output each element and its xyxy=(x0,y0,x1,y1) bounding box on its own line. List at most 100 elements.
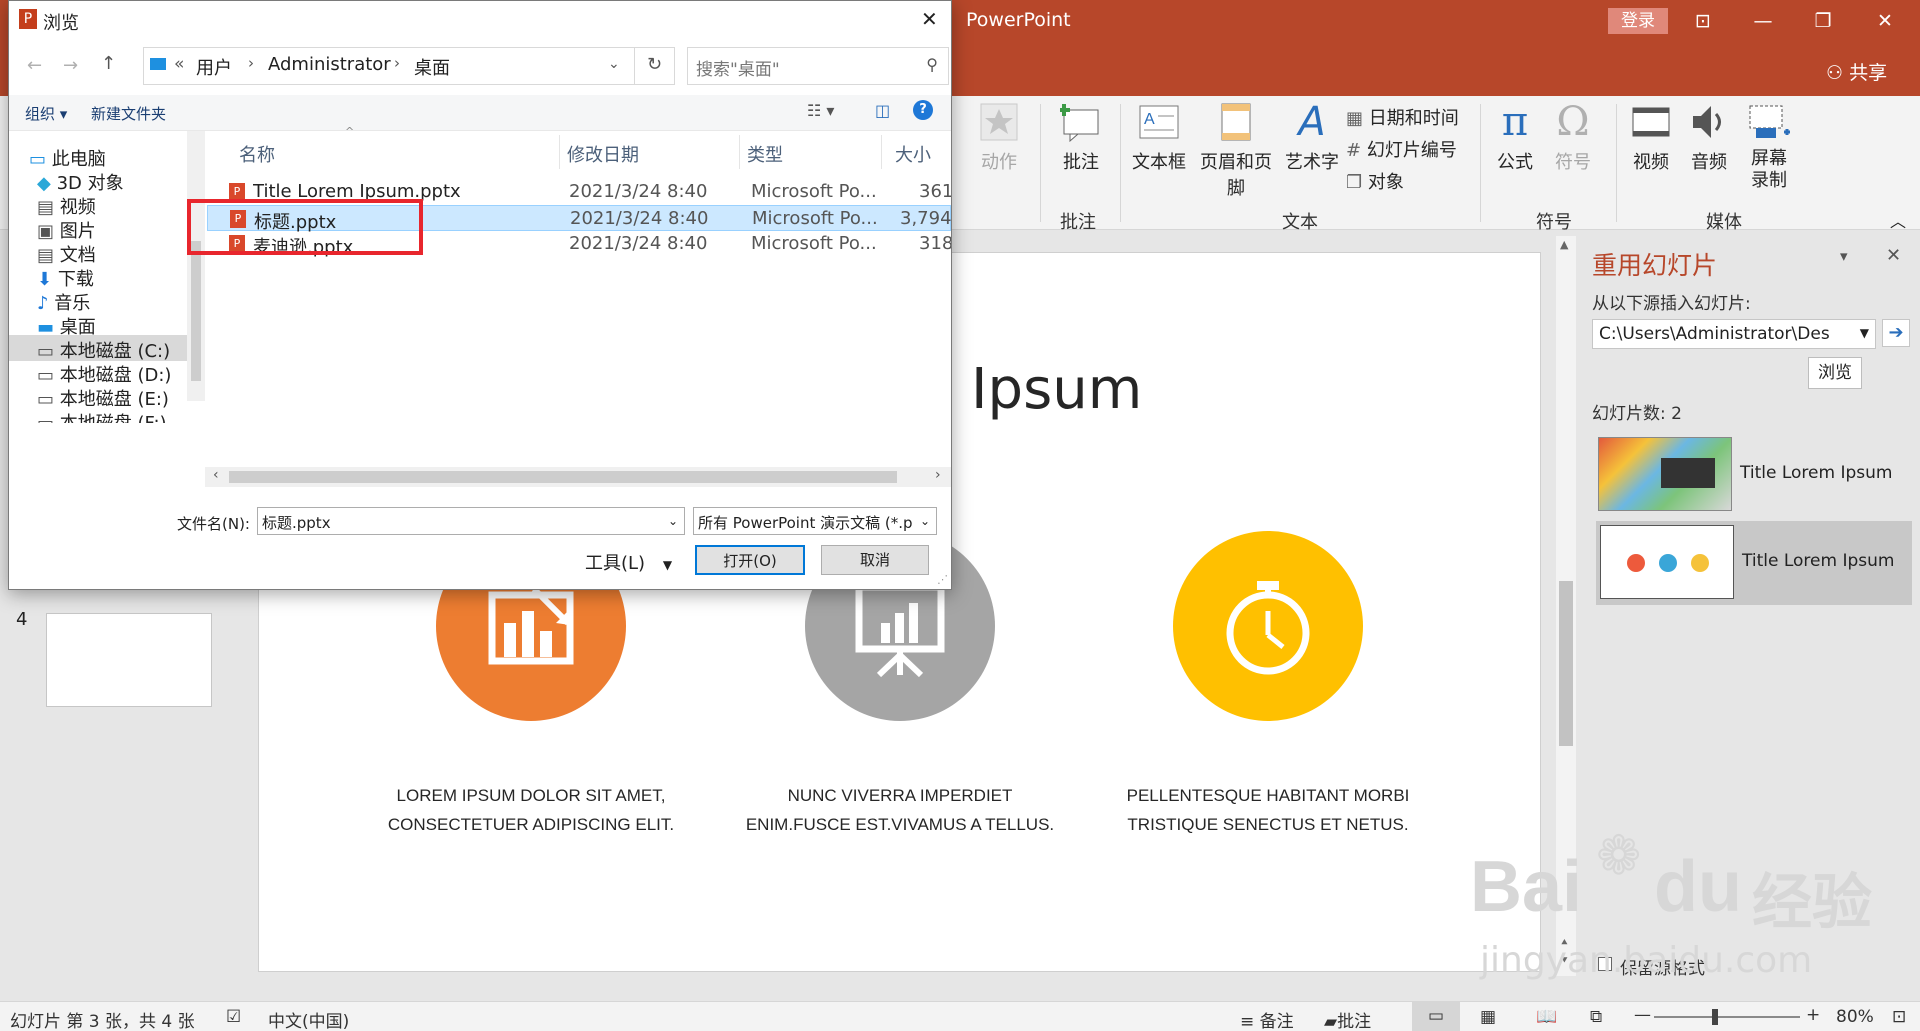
zoom-level[interactable]: 80% xyxy=(1836,1007,1874,1027)
textbox-button[interactable]: A 文本框 xyxy=(1130,102,1188,174)
nav-scrollbar[interactable] xyxy=(187,131,205,401)
nav-downloads[interactable]: ⬇ 下载 xyxy=(37,265,94,291)
chevron-down-icon[interactable]: ⌄ xyxy=(668,514,678,528)
equation-button[interactable]: π 公式 xyxy=(1492,102,1538,174)
object-button[interactable]: ❐ 对象 xyxy=(1346,168,1404,194)
source-path-combo[interactable]: C:\Users\Administrator\Des ▼ xyxy=(1592,319,1876,349)
scroll-thumb[interactable] xyxy=(1559,581,1573,746)
share-button[interactable]: ⚇ 共享 xyxy=(1826,58,1887,85)
horizontal-scrollbar[interactable]: ‹ › xyxy=(205,467,951,487)
scroll-left-icon[interactable]: ‹ xyxy=(213,467,219,483)
new-folder-button[interactable]: 新建文件夹 xyxy=(91,103,166,124)
filetype-select[interactable]: 所有 PowerPoint 演示文稿 (*.p ⌄ xyxy=(693,507,937,535)
nav-pictures[interactable]: ▣ 图片 xyxy=(37,217,96,243)
slide-sorter-icon[interactable]: ▦ xyxy=(1480,1007,1496,1027)
view-options-icon[interactable]: ☷ ▾ xyxy=(807,101,834,120)
minimize-icon[interactable]: — xyxy=(1740,6,1786,36)
video-button[interactable]: 视频 xyxy=(1628,102,1674,174)
login-button[interactable]: 登录 xyxy=(1608,8,1668,34)
notes-button[interactable]: ≡ 备注 xyxy=(1240,1007,1294,1031)
scroll-right-icon[interactable]: › xyxy=(935,467,941,483)
browse-button[interactable]: 浏览 xyxy=(1808,357,1862,389)
wordart-button[interactable]: A 艺术字 xyxy=(1284,102,1340,174)
restore-icon[interactable]: ❐ xyxy=(1800,6,1846,36)
preview-pane-icon[interactable]: ◫ xyxy=(875,101,890,120)
column-header-date[interactable]: 修改日期 xyxy=(567,141,639,167)
spellcheck-icon[interactable]: ☑ xyxy=(226,1007,241,1027)
chevron-down-icon[interactable]: ⌄ xyxy=(919,514,930,528)
nav-drive-e[interactable]: ▭ 本地磁盘 (E:) xyxy=(37,385,169,411)
slide-number-button[interactable]: # 幻灯片编号 xyxy=(1346,136,1457,162)
forward-arrow-icon[interactable]: → xyxy=(63,55,78,76)
zoom-out-icon[interactable]: — xyxy=(1634,1005,1651,1025)
search-input[interactable]: 搜索"桌面" ⚲ xyxy=(687,47,949,85)
refresh-button[interactable]: ↻ xyxy=(635,47,675,85)
chevron-down-icon[interactable]: ▼ xyxy=(1860,326,1869,340)
up-arrow-icon[interactable]: ↑ xyxy=(101,53,116,74)
nav-music[interactable]: ♪ 音乐 xyxy=(37,289,90,315)
chevron-down-icon[interactable]: ⌄ xyxy=(608,56,620,72)
slide-vertical-scrollbar[interactable]: ▲ ⯅ ⯆ xyxy=(1556,236,1576,976)
resize-grip-icon[interactable]: ⋰ xyxy=(937,573,948,586)
fit-to-window-icon[interactable]: ⊡ xyxy=(1892,1007,1906,1027)
slide-number-icon: # xyxy=(1346,140,1362,161)
nav-this-pc[interactable]: ▭ 此电脑 xyxy=(29,145,106,171)
keep-format-checkbox[interactable] xyxy=(1598,957,1612,971)
symbol-button[interactable]: Ω 符号 xyxy=(1550,102,1596,174)
slide-title[interactable]: Ipsum xyxy=(971,357,1142,422)
zoom-slider[interactable] xyxy=(1654,1009,1800,1025)
scroll-up-icon[interactable]: ▲ xyxy=(1560,238,1568,251)
screen-record-button[interactable]: 屏幕录制 xyxy=(1744,102,1794,192)
breadcrumb-administrator[interactable]: Administrator xyxy=(268,54,391,75)
filename-field[interactable]: 标题.pptx ⌄ xyxy=(257,507,685,535)
nav-3d-objects[interactable]: ◆ 3D 对象 xyxy=(37,169,124,195)
close-dialog-icon[interactable]: ✕ xyxy=(921,7,938,31)
comments-button[interactable]: ▰批注 xyxy=(1324,1007,1371,1031)
slide-number-label: 4 xyxy=(16,609,28,630)
back-arrow-icon[interactable]: ← xyxy=(27,55,42,76)
nav-scroll-thumb[interactable] xyxy=(191,241,201,381)
help-icon[interactable]: ? xyxy=(913,100,933,120)
column-header-type[interactable]: 类型 xyxy=(747,141,783,167)
zoom-in-icon[interactable]: + xyxy=(1806,1005,1820,1025)
breadcrumb-users[interactable]: 用户 xyxy=(196,54,232,80)
slide-thumbnail-4[interactable] xyxy=(46,613,212,707)
cancel-button[interactable]: 取消 xyxy=(821,545,929,575)
nav-videos[interactable]: ▤ 视频 xyxy=(37,193,96,219)
previous-slide-icon[interactable]: ⯅ xyxy=(1560,936,1569,950)
circle-yellow[interactable] xyxy=(1173,531,1363,721)
reading-view-icon[interactable]: 📖 xyxy=(1536,1007,1557,1027)
close-pane-icon[interactable]: ✕ xyxy=(1886,245,1901,266)
action-button[interactable]: 动作 xyxy=(976,102,1022,174)
zoom-slider-thumb[interactable] xyxy=(1712,1009,1718,1025)
collapse-ribbon-icon[interactable]: ︿ xyxy=(1890,208,1906,232)
ribbon-display-icon[interactable]: ⊡ xyxy=(1680,6,1726,36)
organize-menu[interactable]: 组织 ▾ xyxy=(25,103,67,124)
next-slide-icon[interactable]: ⯆ xyxy=(1560,954,1569,968)
status-bar: 幻灯片 第 3 张，共 4 张 ☑ 中文(中国) ≡ 备注 ▰批注 ▭ ▦ 📖 … xyxy=(0,1001,1920,1031)
svg-text:A: A xyxy=(1144,111,1155,128)
header-footer-button[interactable]: 页眉和页脚 xyxy=(1192,102,1280,200)
column-header-size[interactable]: 大小 xyxy=(895,141,931,167)
comment-button[interactable]: 批注 xyxy=(1056,102,1106,174)
nav-drive-d[interactable]: ▭ 本地磁盘 (D:) xyxy=(37,361,171,387)
pane-options-icon[interactable]: ▾ xyxy=(1840,247,1848,265)
normal-view-icon[interactable]: ▭ xyxy=(1412,1002,1460,1031)
address-bar[interactable]: « 用户 › Administrator › 桌面 ⌄ xyxy=(143,47,635,85)
nav-drive-f[interactable]: ▭ 本地磁盘 (F:) xyxy=(37,409,167,423)
nav-drive-c[interactable]: ▭ 本地磁盘 (C:) xyxy=(37,337,170,363)
open-button[interactable]: 打开(O) xyxy=(695,545,805,575)
go-arrow-button[interactable]: ➔ xyxy=(1882,319,1910,347)
close-window-icon[interactable]: ✕ xyxy=(1862,6,1908,36)
datetime-button[interactable]: ▦ 日期和时间 xyxy=(1346,104,1459,130)
horizontal-scroll-thumb[interactable] xyxy=(229,471,897,483)
nav-documents[interactable]: ▤ 文档 xyxy=(37,241,96,267)
language-status[interactable]: 中文(中国) xyxy=(268,1007,349,1031)
column-header-name[interactable]: 名称 xyxy=(239,141,275,167)
reuse-slide-item-1[interactable]: Title Lorem Ipsum xyxy=(1596,435,1912,515)
breadcrumb-desktop[interactable]: 桌面 xyxy=(414,54,450,80)
slideshow-icon[interactable]: ⧉ xyxy=(1590,1007,1602,1027)
reuse-slide-item-2[interactable]: Title Lorem Ipsum xyxy=(1596,521,1912,605)
tools-menu[interactable]: 工具(L) ▼ xyxy=(585,549,672,575)
audio-button[interactable]: 音频 xyxy=(1686,102,1732,174)
